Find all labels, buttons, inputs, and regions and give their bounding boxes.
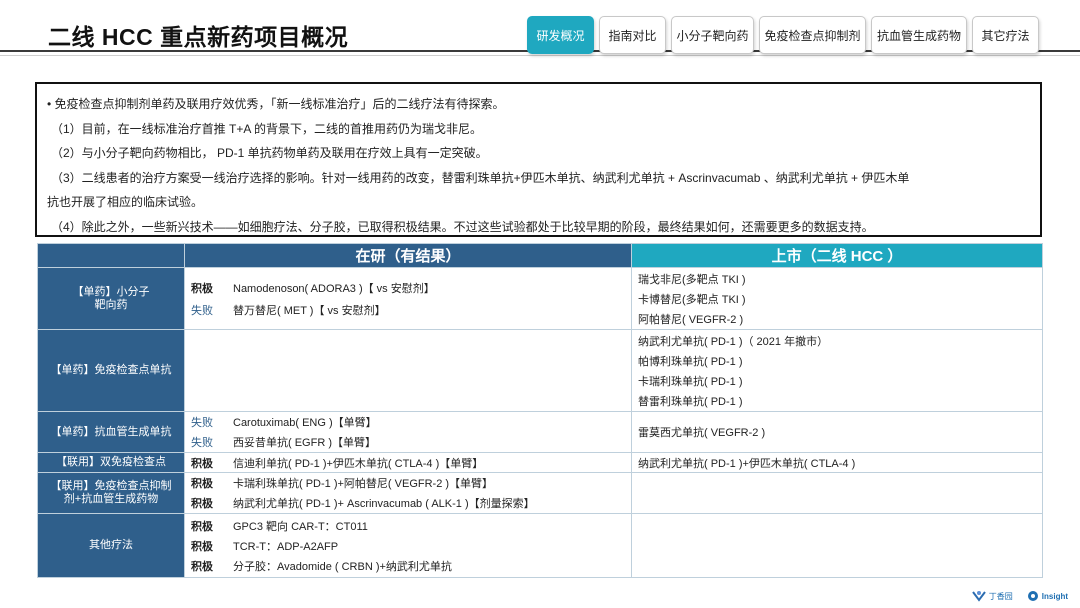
table-row: 【单药】免疫检查点单抗 纳武利尤单抗( PD-1 )（ 2021 年撤市） 帕博… [37, 329, 1043, 412]
trial-drug: 分子胶：Avadomide ( CRBN )+纳武利尤单抗 [233, 560, 452, 573]
summary-line: 抗也开展了相应的临床试验。 [47, 195, 204, 209]
category-label: 【单药】抗血管生成单抗 [50, 425, 172, 438]
summary-box: • 免疫检查点抑制剂单药及联用疗效优秀，「新一线标准治疗」后的二线疗法有待探索。… [35, 82, 1042, 237]
trial-drug: 西妥昔单抗( EGFR )【单臂】 [233, 437, 376, 449]
trial-drug: 卡瑞利珠单抗( PD-1 )+阿帕替尼( VEGFR-2 )【单臂】 [233, 478, 494, 490]
category-cell: 【联用】双免疫检查点 [37, 452, 185, 473]
trial-drug: TCR-T：ADP-A2AFP [233, 540, 339, 553]
trial-drug: Carotuximab( ENG )【单臂】 [233, 417, 377, 429]
approved-drug: 雷莫西尤单抗( VEGFR-2 ) [638, 427, 766, 439]
table-header-row: 在研（有结果） 上市（二线 HCC ） [37, 243, 1043, 268]
trial-drug: 纳武利尤单抗( PD-1 )+ Ascrinvacumab ( ALK-1 )【… [233, 498, 535, 510]
table-row: 其他疗法 积极 GPC3 靶向 CAR-T：CT011 积极 TCR-T：ADP-A… [37, 513, 1043, 578]
trial-item: 积极 信迪利单抗( PD-1 )+伊匹木单抗( CTLA-4 )【单臂】 [191, 454, 625, 472]
trial-item: 积极 GPC3 靶向 CAR-T：CT011 [191, 516, 625, 536]
tab-small-molecule[interactable]: 小分子靶向药 [671, 16, 754, 54]
dxy-logo-icon [971, 590, 986, 602]
trials-cell: 积极 GPC3 靶向 CAR-T：CT011 积极 TCR-T：ADP-A2AFP … [184, 513, 632, 578]
insight-logo-icon [1027, 590, 1039, 602]
table-row: 【联用】双免疫检查点 积极 信迪利单抗( PD-1 )+伊匹木单抗( CTLA-4… [37, 452, 1043, 473]
trials-cell [184, 329, 632, 412]
approved-cell: 雷莫西尤单抗( VEGFR-2 ) [631, 411, 1043, 453]
tab-overview[interactable]: 研发概况 [527, 16, 594, 54]
tab-anti-angiogenic[interactable]: 抗血管生成药物 [871, 16, 967, 54]
status-positive: 积极 [191, 282, 213, 295]
table-row: 【联用】免疫检查点抑制 剂+抗血管生成药物 积极 卡瑞利珠单抗( PD-1 )+阿… [37, 472, 1043, 514]
status-positive: 积极 [191, 560, 213, 573]
title-divider-light [0, 55, 1080, 56]
tab-bar: 研发概况 指南对比 小分子靶向药 免疫检查点抑制剂 抗血管生成药物 其它疗法 [527, 16, 1039, 54]
dxy-logo-text: 丁香园 [988, 591, 1013, 601]
trials-cell: 积极 信迪利单抗( PD-1 )+伊匹木单抗( CTLA-4 )【单臂】 [184, 452, 632, 473]
status-positive: 积极 [191, 457, 213, 470]
status-positive: 积极 [191, 498, 213, 510]
tab-guideline-compare[interactable]: 指南对比 [599, 16, 666, 54]
header-marketed: 上市（二线 HCC ） [631, 243, 1043, 268]
summary-line: （2）与小分子靶向药物相比， PD-1 单抗药物单药及联用在疗效上具有一定突破。 [51, 146, 488, 160]
status-failed: 失败 [191, 437, 213, 449]
trial-item: 积极 卡瑞利珠单抗( PD-1 )+阿帕替尼( VEGFR-2 )【单臂】 [191, 473, 625, 493]
status-positive: 积极 [191, 540, 213, 553]
summary-line: （1）目前，在一线标准治疗首推 T+A 的背景下，二线的首推用药仍为瑞戈非尼。 [51, 121, 483, 136]
approved-cell: 纳武利尤单抗( PD-1 )+伊匹木单抗( CTLA-4 ) [631, 452, 1043, 473]
approved-drug: 瑞戈非尼(多靶点 TKI ) [638, 273, 746, 286]
insight-logo: Insight [1027, 590, 1068, 602]
category-label: 【单药】免疫检查点单抗 [50, 364, 172, 376]
trial-drug: 信迪利单抗( PD-1 )+伊匹木单抗( CTLA-4 )【单臂】 [233, 457, 484, 470]
tab-immune-checkpoint[interactable]: 免疫检查点抑制剂 [759, 16, 866, 54]
approved-cell [631, 472, 1043, 514]
dxy-logo: 丁香园 [971, 590, 1013, 602]
trial-drug: Namodenoson( ADORA3 )【 vs 安慰剂】 [233, 282, 435, 295]
summary-line: • 免疫检查点抑制剂单药及联用疗效优秀，「新一线标准治疗」后的二线疗法有待探索。 [47, 97, 505, 111]
header-blank-cell [37, 243, 185, 268]
trial-drug: 替万替尼( MET )【 vs 安慰剂】 [233, 304, 386, 317]
trial-item: 失败 替万替尼( MET )【 vs 安慰剂】 [191, 300, 625, 320]
insight-logo-text: Insight [1041, 591, 1068, 601]
approved-drug: 卡瑞利珠单抗( PD-1 ) [638, 375, 743, 388]
table-row: 【单药】抗血管生成单抗 失败 Carotuximab( ENG )【单臂】 失败西… [37, 411, 1043, 453]
trial-item: 失败 Carotuximab( ENG )【单臂】 [191, 412, 625, 432]
status-positive: 积极 [191, 520, 213, 533]
approved-drug: 替雷利珠单抗( PD-1 ) [638, 395, 743, 408]
summary-line: （3）二线患者的治疗方案受一线治疗选择的影响。针对一线用药的改变，替雷利珠单抗+… [51, 170, 910, 185]
footer-logos: 丁香园 Insight [971, 590, 1068, 602]
status-failed: 失败 [191, 417, 213, 429]
category-label: 其他疗法 [89, 539, 133, 551]
approved-cell: 瑞戈非尼(多靶点 TKI ) 卡博替尼(多靶点 TKI ) 阿帕替尼( VEGF… [631, 267, 1043, 330]
trial-item: 积极 纳武利尤单抗( PD-1 )+ Ascrinvacumab ( ALK-1 … [191, 493, 625, 513]
drug-table: 在研（有结果） 上市（二线 HCC ） 【单药】小分子 靶向药 积极 Namode… [37, 243, 1043, 578]
approved-drug: 卡博替尼(多靶点 TKI ) [638, 293, 746, 306]
category-label: 【联用】免疫检查点抑制 剂+抗血管生成药物 [50, 480, 172, 505]
trials-cell: 积极 Namodenoson( ADORA3 )【 vs 安慰剂】 失败 替万替尼(… [184, 267, 632, 330]
category-cell: 【单药】小分子 靶向药 [37, 267, 185, 330]
approved-drug: 纳武利尤单抗( PD-1 )+伊匹木单抗( CTLA-4 ) [638, 457, 856, 470]
summary-line: （4）除此之外，一些新兴技术——如细胞疗法、分子胶，已取得积极结果。不过这些试验… [51, 219, 874, 234]
trial-item: 积极 Namodenoson( ADORA3 )【 vs 安慰剂】 [191, 278, 625, 298]
trial-item: 积极 分子胶：Avadomide ( CRBN )+纳武利尤单抗 [191, 556, 625, 576]
category-label: 【联用】双免疫检查点 [56, 456, 166, 468]
trial-item: 积极 TCR-T：ADP-A2AFP [191, 536, 625, 556]
approved-cell: 纳武利尤单抗( PD-1 )（ 2021 年撤市） 帕博利珠单抗( PD-1 )… [631, 329, 1043, 412]
trials-cell: 积极 卡瑞利珠单抗( PD-1 )+阿帕替尼( VEGFR-2 )【单臂】 积极纳… [184, 472, 632, 514]
approved-drug: 纳武利尤单抗( PD-1 )（ 2021 年撤市） [638, 335, 829, 348]
tab-other-therapies[interactable]: 其它疗法 [972, 16, 1039, 54]
category-cell: 【单药】抗血管生成单抗 [37, 411, 185, 453]
table-row: 【单药】小分子 靶向药 积极 Namodenoson( ADORA3 )【 vs … [37, 267, 1043, 330]
trial-drug: GPC3 靶向 CAR-T：CT011 [233, 520, 368, 533]
approved-cell [631, 513, 1043, 578]
category-label: 【单药】小分子 靶向药 [72, 285, 150, 311]
header-in-research: 在研（有结果） [184, 243, 632, 268]
category-cell: 【联用】免疫检查点抑制 剂+抗血管生成药物 [37, 472, 185, 514]
approved-drug: 帕博利珠单抗( PD-1 ) [638, 355, 743, 368]
category-cell: 其他疗法 [37, 513, 185, 578]
trials-cell: 失败 Carotuximab( ENG )【单臂】 失败 西妥昔单抗( EGFR )… [184, 411, 632, 453]
trial-item: 失败 西妥昔单抗( EGFR )【单臂】 [191, 432, 625, 452]
page-title: 二线 HCC 重点新药项目概况 [48, 24, 349, 50]
status-failed: 失败 [191, 304, 213, 317]
category-cell: 【单药】免疫检查点单抗 [37, 329, 185, 412]
status-positive: 积极 [191, 478, 213, 490]
approved-drug: 阿帕替尼( VEGFR-2 ) [638, 313, 744, 326]
